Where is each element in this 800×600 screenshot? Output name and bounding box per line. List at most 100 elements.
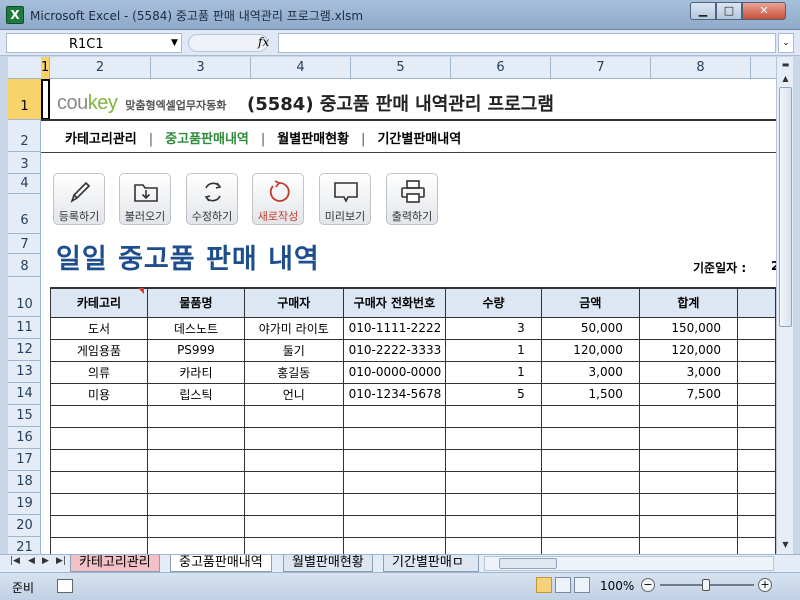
edit-button[interactable]: 수정하기 xyxy=(186,173,238,225)
cell-category[interactable]: 게임용품 xyxy=(50,338,148,362)
worksheet[interactable]: coukey 맞춤형엑셀업무자동화 (5584) 중고품 판매 내역관리 프로그… xyxy=(41,79,776,554)
row-header[interactable]: 20 xyxy=(8,515,41,537)
empty-cell[interactable] xyxy=(736,448,776,472)
empty-cell[interactable] xyxy=(638,426,738,450)
empty-cell[interactable] xyxy=(540,404,640,428)
empty-cell[interactable] xyxy=(540,448,640,472)
scroll-thumb[interactable] xyxy=(779,87,792,327)
header-category[interactable]: 카테고리 xyxy=(50,287,148,318)
column-header[interactable]: 5 xyxy=(351,57,451,79)
nav-category-manage[interactable]: 카테고리관리 xyxy=(65,128,137,147)
column-header[interactable]: 8 xyxy=(651,57,751,79)
empty-cell[interactable] xyxy=(243,470,344,494)
cell-price[interactable]: 1,500 xyxy=(540,382,640,406)
expand-formula-bar-icon[interactable]: ⌄ xyxy=(778,33,794,53)
cell-buyer[interactable]: 야가미 라이토 xyxy=(243,316,344,340)
row-header[interactable]: 11 xyxy=(8,317,41,339)
scroll-split-icon[interactable]: ▬ xyxy=(778,57,793,72)
empty-cell[interactable] xyxy=(243,514,344,538)
empty-cell[interactable] xyxy=(445,404,542,428)
header-empty[interactable] xyxy=(736,287,776,318)
empty-cell[interactable] xyxy=(50,470,148,494)
maximize-button[interactable]: □ xyxy=(716,2,742,20)
cell-quantity[interactable]: 5 xyxy=(445,382,542,406)
empty-cell[interactable] xyxy=(540,470,640,494)
column-header[interactable]: 7 xyxy=(551,57,651,79)
row-header[interactable]: 16 xyxy=(8,427,41,449)
normal-view-icon[interactable] xyxy=(536,577,552,593)
new-button[interactable]: 새로작성 xyxy=(252,173,304,225)
column-header[interactable]: 6 xyxy=(451,57,551,79)
cell-quantity[interactable]: 3 xyxy=(445,316,542,340)
row-header[interactable]: 13 xyxy=(8,361,41,383)
close-button[interactable]: ✕ xyxy=(742,2,786,20)
cell-empty[interactable] xyxy=(736,316,776,340)
minimize-button[interactable]: ▁ xyxy=(690,2,716,20)
empty-cell[interactable] xyxy=(342,492,447,516)
empty-cell[interactable] xyxy=(342,448,447,472)
cell-total[interactable]: 120,000 xyxy=(638,338,738,362)
empty-cell[interactable] xyxy=(50,536,148,554)
column-header[interactable]: 2 xyxy=(50,57,151,79)
empty-cell[interactable] xyxy=(243,492,344,516)
empty-cell[interactable] xyxy=(146,448,245,472)
row-header[interactable]: 21 xyxy=(8,537,41,555)
row-header[interactable]: 18 xyxy=(8,471,41,493)
empty-cell[interactable] xyxy=(736,404,776,428)
empty-cell[interactable] xyxy=(342,514,447,538)
row-header[interactable]: 1 xyxy=(8,79,41,120)
empty-cell[interactable] xyxy=(243,426,344,450)
cell-buyer[interactable]: 둘기 xyxy=(243,338,344,362)
empty-cell[interactable] xyxy=(445,536,542,554)
zoom-level[interactable]: 100% xyxy=(600,579,634,593)
nav-period-history[interactable]: 기간별판매내역 xyxy=(377,128,461,147)
column-header[interactable]: 3 xyxy=(151,57,251,79)
cell-quantity[interactable]: 1 xyxy=(445,360,542,384)
empty-cell[interactable] xyxy=(342,426,447,450)
row-header[interactable]: 2 xyxy=(8,120,41,152)
empty-cell[interactable] xyxy=(445,470,542,494)
empty-cell[interactable] xyxy=(445,514,542,538)
cell-phone[interactable]: 010-1111-2222 xyxy=(342,316,447,340)
cell-category[interactable]: 미용 xyxy=(50,382,148,406)
cell-phone[interactable]: 010-0000-0000 xyxy=(342,360,447,384)
cell-price[interactable]: 50,000 xyxy=(540,316,640,340)
empty-cell[interactable] xyxy=(540,536,640,554)
row-header[interactable]: 14 xyxy=(8,383,41,405)
name-box[interactable]: R1C1 ▼ xyxy=(6,33,182,53)
cell-buyer[interactable]: 홍길동 xyxy=(243,360,344,384)
zoom-in-button[interactable]: + xyxy=(758,578,772,592)
page-break-view-icon[interactable] xyxy=(574,577,590,593)
empty-cell[interactable] xyxy=(243,448,344,472)
prev-sheet-icon[interactable]: ◀ xyxy=(28,556,35,566)
empty-cell[interactable] xyxy=(638,514,738,538)
cell-buyer[interactable]: 언니 xyxy=(243,382,344,406)
cell-phone[interactable]: 010-2222-3333 xyxy=(342,338,447,362)
header-price[interactable]: 금액 xyxy=(540,287,640,318)
empty-cell[interactable] xyxy=(736,470,776,494)
cell-category[interactable]: 의류 xyxy=(50,360,148,384)
header-item[interactable]: 물품명 xyxy=(146,287,245,318)
empty-cell[interactable] xyxy=(50,492,148,516)
empty-cell[interactable] xyxy=(540,514,640,538)
last-sheet-icon[interactable]: ▶| xyxy=(56,556,66,566)
cell-total[interactable]: 3,000 xyxy=(638,360,738,384)
cell-price[interactable]: 3,000 xyxy=(540,360,640,384)
row-header[interactable]: 12 xyxy=(8,339,41,361)
empty-cell[interactable] xyxy=(540,492,640,516)
cell-price[interactable]: 120,000 xyxy=(540,338,640,362)
empty-cell[interactable] xyxy=(736,514,776,538)
sheet-tab-monthly[interactable]: 월별판매현황 xyxy=(283,555,373,572)
empty-cell[interactable] xyxy=(445,492,542,516)
empty-cell[interactable] xyxy=(146,536,245,554)
empty-cell[interactable] xyxy=(638,448,738,472)
cell-empty[interactable] xyxy=(736,338,776,362)
empty-cell[interactable] xyxy=(50,448,148,472)
insert-function-icon[interactable]: fx xyxy=(258,35,269,49)
macro-record-icon[interactable] xyxy=(57,579,73,593)
zoom-slider-thumb[interactable] xyxy=(702,579,710,591)
empty-cell[interactable] xyxy=(445,448,542,472)
row-header[interactable]: 3 xyxy=(8,152,41,174)
cell-empty[interactable] xyxy=(736,360,776,384)
header-phone[interactable]: 구매자 전화번호 xyxy=(342,287,447,318)
